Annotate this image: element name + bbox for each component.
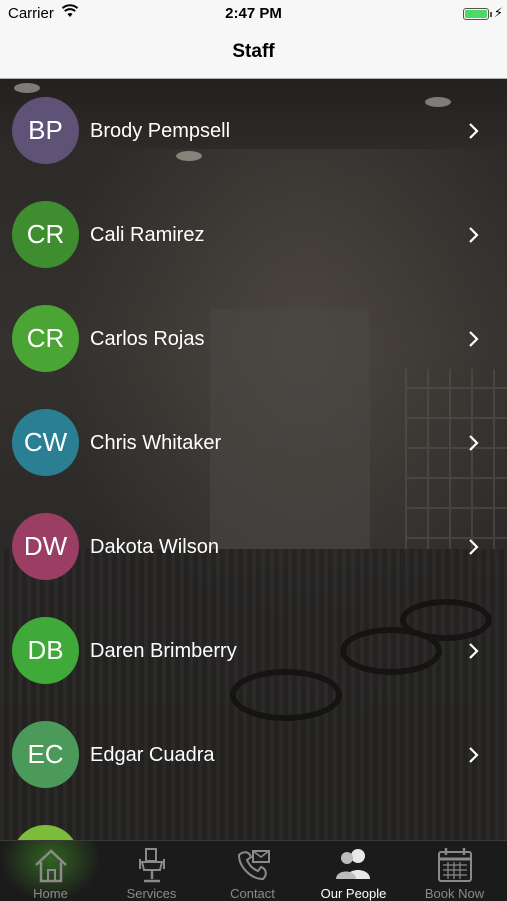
home-icon — [35, 849, 67, 883]
navigation-bar: Staff — [0, 28, 507, 79]
staff-row[interactable]: CR Carlos Rojas — [0, 287, 507, 391]
page-title: Staff — [232, 41, 275, 62]
chevron-right-icon — [469, 331, 479, 347]
staff-row[interactable]: BP Brody Pempsell — [0, 79, 507, 183]
tab-label: Services — [126, 886, 177, 901]
staff-name: Daren Brimberry — [90, 640, 237, 662]
staff-name: Edgar Cuadra — [90, 744, 215, 766]
barber-chair-icon — [139, 848, 165, 883]
staff-name: Carlos Rojas — [90, 328, 205, 350]
tab-label: Home — [33, 886, 68, 901]
staff-row[interactable]: DB Daren Brimberry — [0, 599, 507, 703]
staff-row[interactable] — [0, 807, 507, 840]
tab-label: Our People — [320, 886, 387, 901]
avatar: EC — [12, 721, 79, 788]
tab-book-now[interactable]: Book Now — [404, 841, 505, 901]
tab-home[interactable]: Home — [0, 841, 101, 901]
clock: 2:47 PM — [225, 5, 282, 22]
chevron-right-icon — [469, 747, 479, 763]
chevron-right-icon — [469, 227, 479, 243]
chevron-right-icon — [469, 435, 479, 451]
tab-label: Book Now — [424, 886, 485, 901]
staff-row[interactable]: DW Dakota Wilson — [0, 495, 507, 599]
avatar: CR — [12, 201, 79, 268]
tab-services[interactable]: Services — [101, 841, 202, 901]
avatar — [12, 825, 79, 840]
calendar-icon — [438, 848, 472, 882]
staff-name: Chris Whitaker — [90, 432, 222, 454]
avatar: DB — [12, 617, 79, 684]
avatar: BP — [12, 97, 79, 164]
staff-name: Dakota Wilson — [90, 536, 219, 558]
staff-list[interactable]: BP Brody Pempsell CR Cali Ramirez CR Carlos R… — [0, 79, 507, 840]
tab-our-people[interactable]: Our People — [303, 841, 404, 901]
charging-icon: ⚡ — [493, 5, 503, 20]
staff-name: Brody Pempsell — [90, 120, 231, 142]
staff-row[interactable]: CR Cali Ramirez — [0, 183, 507, 287]
tab-label: Contact — [230, 886, 275, 901]
battery-icon — [463, 8, 489, 20]
avatar: DW — [12, 513, 79, 580]
staff-row[interactable]: CW Chris Whitaker — [0, 391, 507, 495]
staff-row[interactable]: EC Edgar Cuadra — [0, 703, 507, 807]
people-icon — [336, 849, 370, 879]
avatar: CR — [12, 305, 79, 372]
staff-name: Cali Ramirez — [90, 224, 205, 246]
contact-icon — [237, 850, 270, 881]
chevron-right-icon — [469, 643, 479, 659]
chevron-right-icon — [469, 123, 479, 139]
tab-contact[interactable]: Contact — [202, 841, 303, 901]
status-bar: Carrier 2:47 PM ⚡ — [0, 0, 507, 28]
avatar: CW — [12, 409, 79, 476]
tab-bar: Home Services Contact Our People Book No… — [0, 840, 507, 901]
chevron-right-icon — [469, 539, 479, 555]
